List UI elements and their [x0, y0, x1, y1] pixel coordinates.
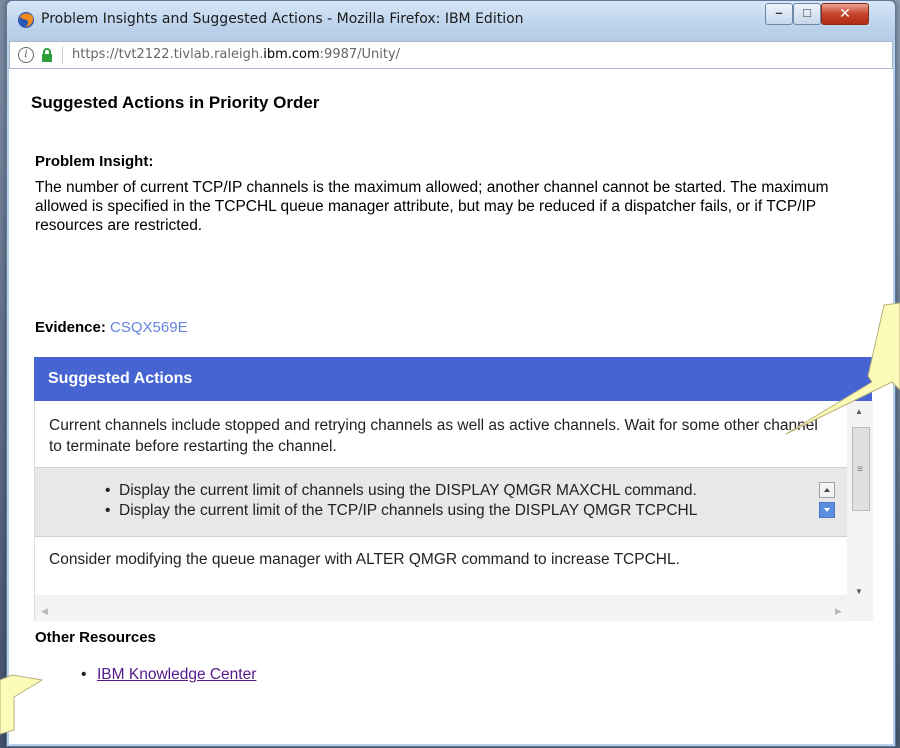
scroll-down-arrow-icon[interactable]: ▼ — [855, 587, 863, 596]
browser-window: Problem Insights and Suggested Actions -… — [6, 0, 896, 747]
scroll-down-button[interactable] — [819, 502, 835, 518]
list-item: • IBM Knowledge Center — [81, 666, 256, 684]
horizontal-scrollbar[interactable]: ◀ ▶ — [35, 603, 849, 621]
maximize-button[interactable]: □ — [793, 3, 821, 25]
suggested-actions-header: Suggested Actions — [34, 357, 872, 401]
chevron-down-icon — [824, 508, 830, 512]
grip-icon: ≡ — [857, 464, 863, 475]
other-resources-label: Other Resources — [35, 629, 156, 646]
vertical-scrollbar[interactable]: ▲ ≡ ▼ — [849, 401, 871, 603]
evidence-label: Evidence: — [35, 319, 106, 336]
window-title: Problem Insights and Suggested Actions -… — [41, 11, 524, 27]
resources-list: • IBM Knowledge Center — [81, 666, 256, 684]
list-item: Display the current limit of channels us… — [105, 481, 697, 501]
action-paragraph-text: Current channels include stopped and ret… — [49, 417, 818, 455]
url-domain: ibm.com — [263, 47, 320, 62]
address-bar[interactable]: i https://tvt2122.tivlab.raleigh.ibm.com… — [9, 41, 893, 69]
suggested-actions-panel: Suggested Actions Current channels inclu… — [34, 357, 873, 621]
lock-icon — [42, 48, 52, 62]
action-paragraph: Current channels include stopped and ret… — [35, 401, 847, 468]
evidence-link[interactable]: CSQX569E — [110, 319, 188, 336]
chevron-up-icon — [824, 488, 830, 492]
scroll-left-arrow-icon[interactable]: ◀ — [41, 606, 48, 617]
suggested-actions-body[interactable]: Current channels include stopped and ret… — [34, 401, 873, 621]
info-icon[interactable]: i — [18, 47, 34, 63]
close-icon: ✕ — [839, 5, 851, 21]
problem-insight-text: The number of current TCP/IP channels is… — [35, 179, 829, 234]
suggested-actions-title: Suggested Actions — [48, 370, 193, 387]
firefox-icon — [18, 12, 34, 28]
url-suffix: :9987/Unity/ — [319, 47, 401, 62]
scroll-up-button[interactable] — [819, 482, 835, 498]
url-separator — [62, 46, 63, 64]
scroll-up-arrow-icon[interactable]: ▲ — [855, 407, 863, 416]
maximize-icon: □ — [803, 5, 811, 20]
list-item: Display the current limit of the TCP/IP … — [105, 501, 697, 521]
minimize-button[interactable]: – — [765, 3, 793, 25]
url-text[interactable]: https://tvt2122.tivlab.raleigh.ibm.com:9… — [72, 47, 400, 62]
title-bar[interactable]: Problem Insights and Suggested Actions -… — [7, 1, 895, 41]
evidence-row: Evidence: CSQX569E — [35, 319, 188, 336]
scroll-right-arrow-icon[interactable]: ▶ — [835, 606, 842, 617]
action-paragraph-text: Consider modifying the queue manager wit… — [49, 551, 680, 568]
bullet: • — [81, 666, 87, 683]
scrollbar-thumb[interactable]: ≡ — [852, 427, 870, 511]
problem-insight-label: Problem Insight: — [35, 153, 154, 170]
page-content: Suggested Actions in Priority Order Prob… — [9, 69, 893, 744]
url-prefix: https://tvt2122.tivlab.raleigh. — [72, 47, 264, 62]
minimize-icon: – — [775, 5, 783, 20]
close-button[interactable]: ✕ — [821, 3, 869, 25]
action-bullet-list: Display the current limit of channels us… — [35, 468, 847, 537]
page-title: Suggested Actions in Priority Order — [31, 93, 320, 112]
inner-scrollbar[interactable] — [819, 482, 835, 522]
ibm-knowledge-center-link[interactable]: IBM Knowledge Center — [97, 666, 256, 683]
action-paragraph: Consider modifying the queue manager wit… — [35, 537, 847, 595]
